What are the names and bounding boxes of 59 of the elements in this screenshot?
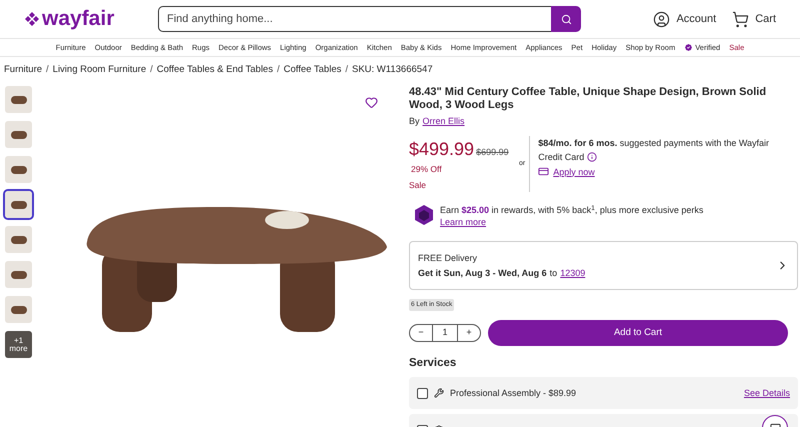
financing-text: $84/mo. for 6 mos. suggested payments with the Wayfair bbox=[538, 136, 770, 150]
breadcrumb-link[interactable]: Furniture bbox=[4, 63, 42, 78]
sale-price: $499.99 bbox=[409, 138, 474, 160]
info-icon bbox=[587, 152, 598, 162]
checkbox[interactable] bbox=[417, 388, 428, 399]
increase-button[interactable]: + bbox=[457, 325, 480, 341]
wrench-icon bbox=[434, 388, 444, 398]
search-icon bbox=[560, 14, 572, 24]
product-thumbnail[interactable] bbox=[5, 86, 32, 113]
to-label: to bbox=[550, 266, 558, 280]
by-label: By bbox=[409, 115, 420, 128]
credit-card-text: Credit Card bbox=[538, 150, 584, 164]
rewards-text: Earn $25.00 in rewards, with 5% back$^{1}$, plus more exclusive perks bbox=[440, 204, 704, 216]
service-label: Professional Assembly - $89.99 bbox=[450, 386, 578, 400]
product-title: 48.43" Mid Century Coffee Table, Unique Shape Design, Brown Solid Wood, 3 Wood Legs bbox=[409, 86, 768, 112]
brand-link[interactable]: Orren Ellis bbox=[422, 115, 465, 128]
account-button[interactable]: Account bbox=[653, 10, 716, 28]
breadcrumb-separator: / bbox=[345, 63, 348, 78]
see-details-link[interactable]: See Details bbox=[744, 386, 790, 400]
original-price: $699.99 bbox=[476, 146, 509, 158]
product-thumbnail[interactable] bbox=[5, 296, 32, 323]
heart-icon bbox=[365, 96, 378, 109]
product-thumbnail[interactable] bbox=[5, 261, 32, 288]
favorite-button[interactable] bbox=[365, 96, 378, 109]
breadcrumb-separator: / bbox=[276, 63, 280, 78]
add-to-cart-button[interactable]: Add to Cart bbox=[488, 320, 788, 346]
product-thumbnail[interactable] bbox=[5, 226, 32, 253]
verified-icon bbox=[684, 43, 694, 52]
breadcrumb-separator: / bbox=[46, 63, 49, 78]
wayfair-logo[interactable]: wayfair bbox=[24, 3, 158, 35]
delivery-dates: Get it Sun, Aug 3 - Wed, Aug 6 bbox=[418, 266, 547, 280]
delivery-card[interactable]: FREE Delivery Get it Sun, Aug 3 - Wed, Aug 6 to 12309 bbox=[409, 241, 798, 290]
discount-text: 29% Off bbox=[411, 162, 443, 176]
learn-more-link[interactable]: Learn more bbox=[440, 217, 486, 227]
product-thumbnail[interactable] bbox=[5, 121, 32, 148]
decrease-button[interactable]: − bbox=[410, 325, 433, 341]
breadcrumb-separator: / bbox=[150, 63, 153, 78]
credit-card-icon bbox=[538, 166, 550, 177]
breadcrumb-link[interactable]: Coffee Tables bbox=[284, 63, 342, 78]
quantity-stepper[interactable]: − 1 + bbox=[409, 324, 481, 342]
product-thumbnail[interactable] bbox=[5, 191, 32, 218]
sku-text: SKU: W113666547 bbox=[352, 63, 433, 78]
breadcrumb-link[interactable]: Living Room Furniture bbox=[52, 63, 146, 78]
hexagon-gem-icon bbox=[414, 204, 434, 226]
apply-now-link[interactable]: Apply now bbox=[553, 164, 595, 178]
cart-icon bbox=[732, 10, 750, 28]
cart-button[interactable]: Cart bbox=[732, 10, 776, 28]
logo-mark-icon bbox=[24, 11, 40, 27]
services-heading: Services bbox=[409, 356, 458, 371]
search-field[interactable]: Find anything home... bbox=[158, 6, 551, 32]
delivery-title: FREE Delivery bbox=[418, 252, 478, 265]
search-button[interactable] bbox=[551, 6, 581, 32]
product-thumbnail[interactable]: +1 more bbox=[5, 331, 32, 358]
breadcrumb-link[interactable]: Coffee Tables & End Tables bbox=[156, 63, 273, 78]
account-icon bbox=[653, 10, 670, 28]
product-thumbnail[interactable] bbox=[5, 156, 32, 183]
zip-code-link[interactable]: 12309 bbox=[560, 266, 586, 280]
sale-label: Sale bbox=[409, 179, 428, 192]
quantity-value: 1 bbox=[441, 326, 448, 340]
